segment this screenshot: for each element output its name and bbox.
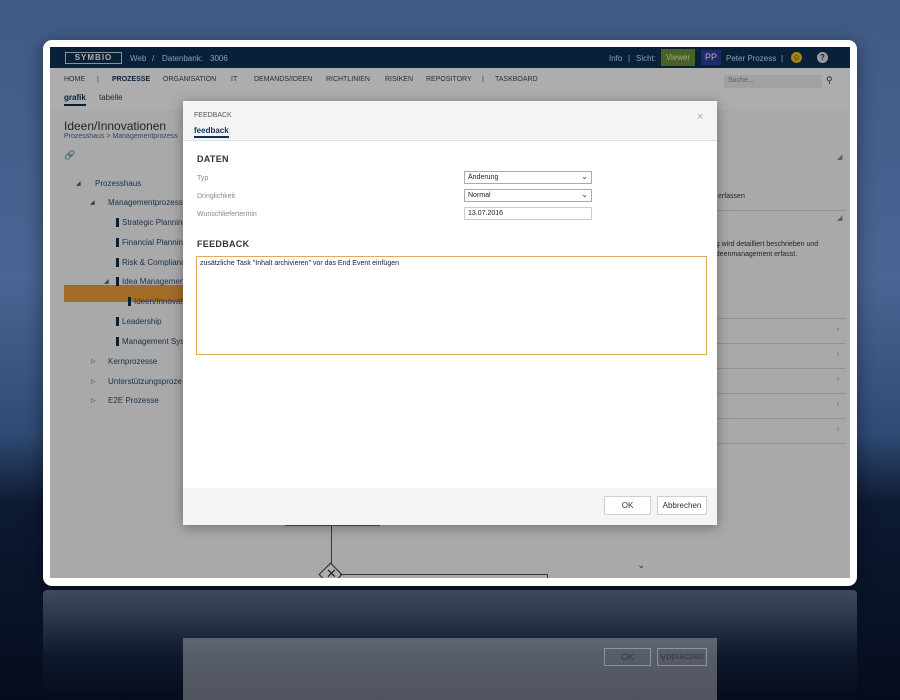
dialog-header: FEEDBACK feedback ×	[183, 101, 717, 141]
tab-feedback[interactable]: feedback	[194, 126, 229, 138]
reflection-cancel: Abbrechen	[657, 648, 707, 666]
typ-select[interactable]: Änderung ⌄	[464, 171, 592, 184]
cancel-button[interactable]: Abbrechen	[657, 496, 707, 515]
reflection-dialog: OK Abbrechen	[183, 638, 717, 700]
dringlichkeit-label: Dringlichkeit	[197, 193, 236, 200]
ok-button[interactable]: OK	[604, 496, 651, 515]
app-window: SYMBIO Web / Datenbank: 3006 Info | Sich…	[50, 47, 850, 578]
reflection-ok: OK	[604, 648, 651, 666]
typ-label: Typ	[197, 175, 209, 182]
chevron-down-icon: ⌄	[581, 190, 588, 199]
screen-reflection: OK Abbrechen	[43, 590, 857, 700]
daten-heading: DATEN	[197, 154, 229, 164]
dialog-title: FEEDBACK	[194, 112, 232, 119]
feedback-dialog: FEEDBACK feedback × DATEN Typ Änderung ⌄ …	[183, 101, 717, 525]
dialog-footer: OK Abbrechen	[183, 488, 717, 525]
feedback-textarea[interactable]: zusätzliche Task "Inhalt archivieren" vo…	[196, 256, 707, 355]
dringlichkeit-select[interactable]: Normal ⌄	[464, 189, 592, 202]
wunschtermin-label: Wunschliefertermin	[197, 211, 257, 218]
wunschtermin-field[interactable]: 13.07.2016	[464, 207, 592, 220]
feedback-heading: FEEDBACK	[197, 239, 250, 249]
chevron-down-icon: ⌄	[581, 172, 588, 181]
close-icon[interactable]: ×	[697, 111, 703, 123]
